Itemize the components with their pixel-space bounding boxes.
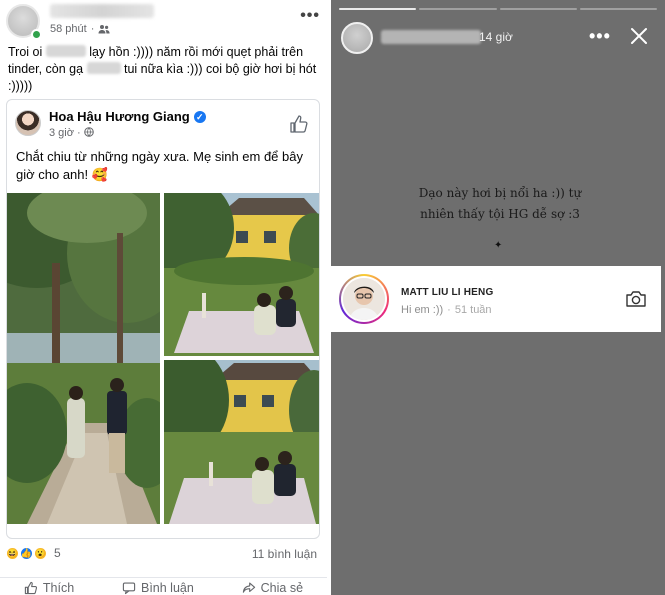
- shared-page-avatar[interactable]: [15, 110, 41, 136]
- story-progress-segment: [579, 8, 657, 10]
- story-progress-segment: [419, 8, 497, 10]
- camera-icon[interactable]: [625, 290, 647, 308]
- comment-count[interactable]: 11 bình luận: [252, 547, 317, 561]
- friends-audience-icon: [98, 25, 110, 34]
- story-options-button[interactable]: •••: [589, 26, 611, 47]
- photo-picnic-house-2[interactable]: [164, 360, 319, 524]
- poster-name-redacted[interactable]: [50, 4, 154, 18]
- sparkle-icon: ✦: [494, 240, 503, 251]
- instagram-story[interactable]: 14 giờ ••• Dạo này hơi bị nổi ha :)) tự …: [331, 0, 665, 595]
- shared-post-meta: 3 giờ ·: [49, 127, 94, 139]
- comment-bubble-icon: [122, 582, 136, 594]
- close-icon[interactable]: [629, 26, 649, 46]
- thumbs-up-icon: [24, 581, 37, 594]
- story-author-avatar[interactable]: [341, 22, 373, 54]
- redacted-name-1: [45, 45, 86, 57]
- dm-age: 51 tuần: [454, 304, 492, 316]
- facebook-post: 58 phút · ••• Troi oi lạy hồn :)))) năm …: [0, 0, 327, 595]
- post-header: 58 phút · •••: [6, 4, 324, 40]
- post-action-bar: Thích Bình luận Chia sẻ: [0, 577, 327, 595]
- share-button-label: Chia sẻ: [260, 580, 304, 595]
- story-caption: Dạo này hơi bị nổi ha :)) tự nhiên thấy …: [418, 186, 582, 221]
- comment-button-label: Bình luận: [141, 580, 194, 595]
- post-options-button[interactable]: •••: [300, 7, 320, 25]
- share-button[interactable]: Chia sẻ: [242, 580, 303, 595]
- story-author-name-redacted[interactable]: [381, 30, 481, 44]
- shared-post-time[interactable]: 3 giờ: [49, 127, 74, 139]
- shared-page-name-row: Hoa Hậu Hương Giang ✓: [49, 109, 206, 124]
- story-progress-segment: [339, 8, 417, 10]
- photo-picnic-house-1[interactable]: [164, 193, 319, 356]
- dm-preview: Hi em :)) · 51 tuần: [401, 304, 492, 316]
- verified-badge-icon: ✓: [193, 110, 206, 123]
- post-text-part-1: Troi oi: [8, 45, 46, 59]
- share-arrow-icon: [242, 582, 255, 593]
- photo-couple-walking[interactable]: [7, 193, 160, 524]
- wow-reaction-icon: 😮: [34, 546, 47, 560]
- dm-avatar: [343, 278, 385, 320]
- dm-avatar-story-ring[interactable]: [339, 274, 389, 324]
- story-progress-segment: [499, 8, 577, 10]
- reactions-summary[interactable]: 😆 👍 😮 5: [6, 546, 61, 560]
- like-button[interactable]: Thích: [24, 580, 74, 595]
- online-status-dot: [31, 29, 42, 40]
- post-text: Troi oi lạy hồn :)))) năm rồi mới quẹt p…: [8, 44, 320, 95]
- shared-page-name[interactable]: Hoa Hậu Hương Giang: [49, 109, 190, 124]
- post-meta: 58 phút ·: [50, 23, 110, 35]
- reaction-count: 5: [54, 546, 61, 560]
- like-button-label: Thích: [42, 580, 75, 595]
- shared-post-text: Chắt chiu từ những ngày xưa. Mẹ sinh em …: [16, 149, 303, 182]
- story-progress-bars: [339, 8, 657, 11]
- comment-button[interactable]: Bình luận: [122, 580, 194, 595]
- dm-message: Hi em :)): [401, 304, 444, 316]
- story-time: 14 giờ: [479, 30, 513, 44]
- post-time[interactable]: 58 phút: [50, 23, 87, 35]
- dm-screenshot-card: MATT LIU LI HENG Hi em :)) · 51 tuần: [331, 266, 661, 332]
- public-globe-icon: [83, 127, 94, 137]
- dm-username[interactable]: MATT LIU LI HENG: [401, 287, 493, 298]
- thumbs-up-like-icon[interactable]: [289, 114, 309, 134]
- haha-reaction-icon: 😆: [6, 546, 19, 560]
- shared-post-card[interactable]: Hoa Hậu Hương Giang ✓ 3 giờ · Chắt chiu …: [6, 99, 320, 539]
- redacted-name-2: [86, 62, 121, 74]
- like-reaction-icon: 👍: [20, 546, 33, 560]
